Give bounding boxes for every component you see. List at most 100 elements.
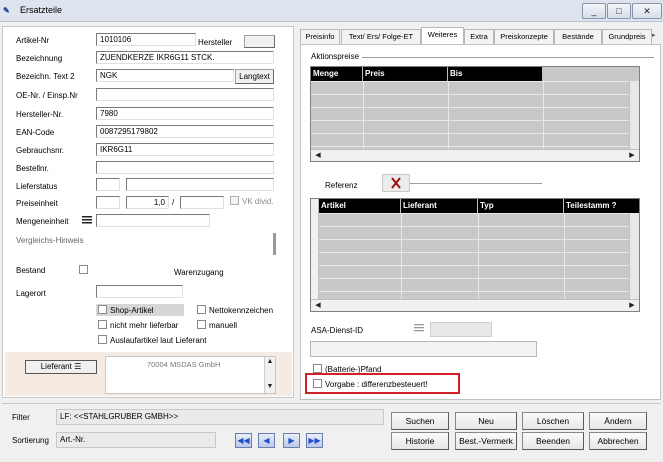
last-record-icon[interactable]: ▶▶ xyxy=(306,433,323,448)
col-lieferant[interactable]: Lieferant xyxy=(401,199,478,213)
vk-divid-label: VK divid. xyxy=(242,197,274,206)
sortierung-field[interactable]: Art.-Nr. xyxy=(56,432,216,448)
pfand-checkbox[interactable] xyxy=(313,364,322,373)
filter-field[interactable]: LF: <<STAHLGRUBER GMBH>> xyxy=(56,409,384,425)
referenz-grid[interactable]: Artikel Lieferant Typ Teilestamm ? ◀ ▶ xyxy=(310,198,640,312)
tab-preiskonzepte[interactable]: Preiskonzepte xyxy=(494,29,554,44)
manuell-checkbox[interactable] xyxy=(197,320,206,329)
tab-scroll-icon[interactable]: ▸ xyxy=(652,30,661,42)
bestand-label: Bestand xyxy=(16,266,46,275)
mengeneinheit-field[interactable] xyxy=(96,214,210,227)
asa-list-icon[interactable] xyxy=(412,322,426,334)
vergleichs-indicator xyxy=(273,233,276,255)
first-record-icon[interactable]: ◀◀ xyxy=(235,433,252,448)
warenzugang-link[interactable]: Warenzugang xyxy=(174,268,224,277)
label-bezeichnung: Bezeichnung xyxy=(16,54,63,63)
referenz-divider xyxy=(410,183,542,184)
preiseinheit-code-field[interactable] xyxy=(96,196,120,209)
manuell-label: manuell xyxy=(209,321,238,330)
best-vermerk-button[interactable]: Best.-Vermerk xyxy=(455,432,517,450)
scroll-left-icon[interactable]: ◀ xyxy=(313,301,323,311)
nettokennzeichen-checkbox[interactable] xyxy=(197,305,206,314)
asa-description-field[interactable] xyxy=(310,341,537,357)
col-preis[interactable]: Preis xyxy=(363,67,448,81)
window-title: Ersatzteile xyxy=(20,5,63,15)
neu-button[interactable]: Neu xyxy=(455,412,517,430)
referenz-delete-button[interactable] xyxy=(382,174,410,192)
bezeichnung-2-field[interactable]: NGK xyxy=(96,69,234,82)
col-menge[interactable]: Menge xyxy=(311,67,363,81)
scroll-right-icon[interactable]: ▶ xyxy=(627,301,637,311)
scroll-down-icon[interactable]: ▼ xyxy=(265,382,275,392)
vk-divid-checkbox[interactable] xyxy=(230,196,239,205)
minimize-button[interactable]: _ xyxy=(582,3,606,19)
beenden-button[interactable]: Beenden xyxy=(522,432,584,450)
tab-extra[interactable]: Extra xyxy=(464,29,494,44)
aktionspreise-hscroll[interactable]: ◀ ▶ xyxy=(311,149,639,161)
referenz-vscroll[interactable] xyxy=(629,213,639,299)
title-bar xyxy=(0,0,663,22)
tab-text-ers-folge[interactable]: Text/ Ers/ Folge-ET xyxy=(341,29,421,44)
asa-dienst-label: ASA-Dienst-ID xyxy=(311,326,364,335)
scroll-left-icon[interactable]: ◀ xyxy=(313,151,323,161)
preiseinheit-field[interactable]: 1,0 xyxy=(126,196,169,209)
tab-weiteres[interactable]: Weiteres xyxy=(421,27,464,45)
tab-preisinfo[interactable]: Preisinfo xyxy=(300,29,340,44)
grid-line xyxy=(564,213,565,299)
lieferstatus-code-field[interactable] xyxy=(96,178,120,191)
col-teilestamm[interactable]: Teilestamm ? xyxy=(564,199,639,213)
nicht-lieferbar-checkbox[interactable] xyxy=(98,320,107,329)
lieferant-button[interactable]: Lieferant ☰ xyxy=(25,360,97,374)
abbrechen-button[interactable]: Abbrechen xyxy=(589,432,647,450)
artikel-nr-field[interactable]: 1010106 xyxy=(96,33,196,46)
col-artikel[interactable]: Artikel xyxy=(319,199,401,213)
oe-nr-field[interactable] xyxy=(96,88,274,101)
next-record-icon[interactable]: ▶ xyxy=(283,433,300,448)
aktionspreise-grid[interactable]: Menge Preis Bis ◀ ▶ xyxy=(310,66,640,162)
bestellnr-field[interactable] xyxy=(96,161,274,174)
scroll-up-icon[interactable]: ▲ xyxy=(265,357,275,367)
app-icon: ✎ xyxy=(3,6,10,15)
scroll-right-icon[interactable]: ▶ xyxy=(627,151,637,161)
maximize-button[interactable]: □ xyxy=(607,3,631,19)
nettokennzeichen-label: Nettokennzeichen xyxy=(209,306,274,315)
vorgabe-checkbox[interactable] xyxy=(313,379,322,388)
referenz-cells[interactable] xyxy=(319,213,629,299)
referenz-hscroll[interactable]: ◀ ▶ xyxy=(311,299,639,311)
close-button[interactable]: ✕ xyxy=(632,3,662,19)
hersteller-button[interactable] xyxy=(244,35,275,48)
aendern-button[interactable]: Ändern xyxy=(589,412,647,430)
loeschen-button[interactable]: Löschen xyxy=(522,412,584,430)
col-typ[interactable]: Typ xyxy=(478,199,564,213)
auslaufartikel-checkbox[interactable] xyxy=(98,335,107,344)
langtext-button[interactable]: Langtext xyxy=(235,69,274,84)
shop-artikel-checkbox[interactable] xyxy=(98,305,107,314)
lieferstatus-field[interactable] xyxy=(126,178,274,191)
ean-code-field[interactable]: 0087295179802 xyxy=(96,125,274,138)
aktionspreise-vscroll[interactable] xyxy=(629,81,639,149)
grid-line xyxy=(401,213,402,299)
bestand-checkbox[interactable] xyxy=(79,265,88,274)
tab-grundpreis[interactable]: Grundpreis xyxy=(602,29,652,44)
hersteller-nr-field[interactable]: 7980 xyxy=(96,107,274,120)
lagerort-field[interactable] xyxy=(96,285,183,298)
referenz-label: Referenz xyxy=(325,181,358,190)
bezeichnung-field[interactable]: ZUENDKERZE IKR6G11 STCK. xyxy=(96,51,274,64)
label-bestellnr: Bestellnr. xyxy=(16,164,49,173)
aktionspreise-header: Menge Preis Bis xyxy=(311,67,543,81)
historie-button[interactable]: Historie xyxy=(391,432,449,450)
lieferant-button-label: Lieferant xyxy=(40,362,72,371)
list-icon: ☰ xyxy=(74,362,82,371)
preis-slash: / xyxy=(172,198,175,207)
aktionspreise-cells[interactable] xyxy=(311,81,629,149)
vorgabe-label: Vorgabe : differenzbesteuert! xyxy=(325,380,428,389)
gebrauchsnr-field[interactable]: IKR6G11 xyxy=(96,143,274,156)
tab-bestaende[interactable]: Bestände xyxy=(554,29,602,44)
preis-divisor-field[interactable] xyxy=(180,196,224,209)
suchen-button[interactable]: Suchen xyxy=(391,412,449,430)
mengeneinheit-list-icon[interactable] xyxy=(81,214,93,226)
label-hersteller-nr: Hersteller-Nr. xyxy=(16,110,64,119)
previous-record-icon[interactable]: ◀ xyxy=(258,433,275,448)
asa-dienst-field[interactable] xyxy=(430,322,492,337)
col-bis[interactable]: Bis xyxy=(448,67,543,81)
